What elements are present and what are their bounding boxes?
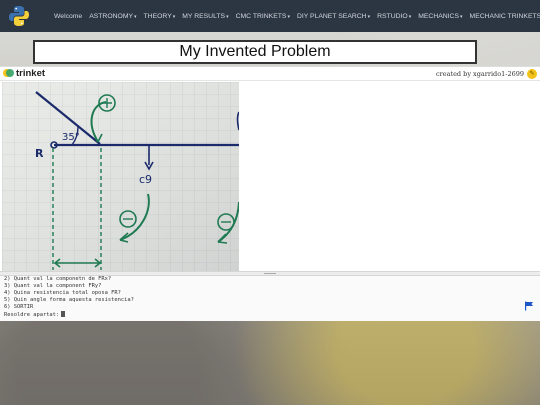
nav-item-theory[interactable]: THEORY▾ bbox=[144, 13, 176, 20]
flag-icon[interactable] bbox=[524, 301, 534, 314]
diagram-angle-label: 35° bbox=[62, 132, 80, 143]
nav-item-label: CMC TRINKETS bbox=[235, 12, 287, 20]
console-input-line[interactable]: Resoldre apartat: bbox=[4, 311, 536, 319]
nav-item-label: THEORY bbox=[143, 12, 172, 20]
nav-item-my-results[interactable]: MY RESULTS▾ bbox=[182, 13, 228, 20]
diagram-value-label: c9 bbox=[139, 173, 152, 186]
nav-item-label: MY RESULTS bbox=[182, 12, 226, 20]
text-cursor bbox=[61, 311, 65, 317]
trinket-embed: trinket created by xgarrido1-2699 ✎ R 35… bbox=[0, 66, 540, 321]
caret-down-icon: ▾ bbox=[367, 13, 371, 20]
caret-down-icon: ▾ bbox=[172, 13, 176, 20]
trinket-brand-text: trinket bbox=[16, 68, 46, 79]
caret-down-icon: ▾ bbox=[408, 13, 412, 20]
nav-item-label: ASTRONOMY bbox=[89, 12, 134, 20]
top-navbar: Welcome ASTRONOMY▾ THEORY▾ MY RESULTS▾ CMC T… bbox=[0, 0, 540, 32]
trinket-brand[interactable]: trinket bbox=[3, 65, 45, 83]
console-line: 6) SORTIR bbox=[4, 304, 34, 310]
trinket-creator: created by xgarrido1-2699 ✎ bbox=[436, 68, 537, 79]
created-by-text[interactable]: created by xgarrido1-2699 bbox=[436, 70, 524, 78]
console-prompt: Resoldre apartat: bbox=[4, 312, 60, 318]
nav-item-label: MECHANIC TRINKETS bbox=[469, 12, 540, 20]
nav-item-diy-planet-search[interactable]: DIY PLANET SEARCH▾ bbox=[297, 13, 370, 20]
console-line: 5) Quin angle forma aquesta resistencia? bbox=[4, 297, 134, 303]
page-title-box: My Invented Problem bbox=[33, 40, 477, 64]
caret-down-icon: ▾ bbox=[460, 13, 463, 20]
caret-down-icon: ▾ bbox=[287, 13, 290, 20]
python-logo-icon[interactable] bbox=[8, 5, 30, 27]
splitter-grip[interactable] bbox=[264, 273, 276, 274]
page-title: My Invented Problem bbox=[179, 43, 331, 60]
trinket-logo-icon bbox=[3, 65, 14, 83]
trinket-right-pane bbox=[240, 82, 538, 272]
nav-item-label: RSTUDIO bbox=[377, 12, 408, 20]
diagram-label-r: R bbox=[35, 147, 44, 160]
trinket-header: trinket created by xgarrido1-2699 ✎ bbox=[0, 67, 540, 81]
nav-item-label: Welcome bbox=[54, 12, 83, 20]
nav-item-label: MECHANICS bbox=[418, 12, 460, 20]
nav-item-astronomy[interactable]: ASTRONOMY▾ bbox=[89, 13, 136, 20]
nav-item-cmc-trinkets[interactable]: CMC TRINKETS▾ bbox=[236, 13, 290, 20]
diagram-image: R 35° c9 bbox=[2, 82, 239, 272]
console-line: 4) Quina resistencia total oposa FR? bbox=[4, 290, 121, 296]
nav-item-rstudio[interactable]: RSTUDIO▾ bbox=[377, 13, 411, 20]
nav-item-mechanic-trinkets[interactable]: MECHANIC TRINKETS▾ bbox=[470, 13, 540, 20]
console-line: 2) Quant val la componetn de FRx? bbox=[4, 276, 112, 282]
nav-item-label: DIY PLANET SEARCH bbox=[296, 12, 367, 20]
nav-item-welcome[interactable]: Welcome bbox=[54, 13, 82, 20]
nav-menu: Welcome ASTRONOMY▾ THEORY▾ MY RESULTS▾ CMC T… bbox=[54, 13, 540, 20]
nav-item-mechanics[interactable]: MECHANICS▾ bbox=[418, 13, 462, 20]
caret-down-icon: ▾ bbox=[226, 13, 229, 20]
console-line: 3) Quant val la component FRy? bbox=[4, 283, 102, 289]
caret-down-icon: ▾ bbox=[134, 13, 137, 20]
console-output[interactable]: 2) Quant val la componetn de FRx? 3) Qua… bbox=[0, 276, 540, 321]
pencil-icon[interactable]: ✎ bbox=[527, 68, 537, 79]
